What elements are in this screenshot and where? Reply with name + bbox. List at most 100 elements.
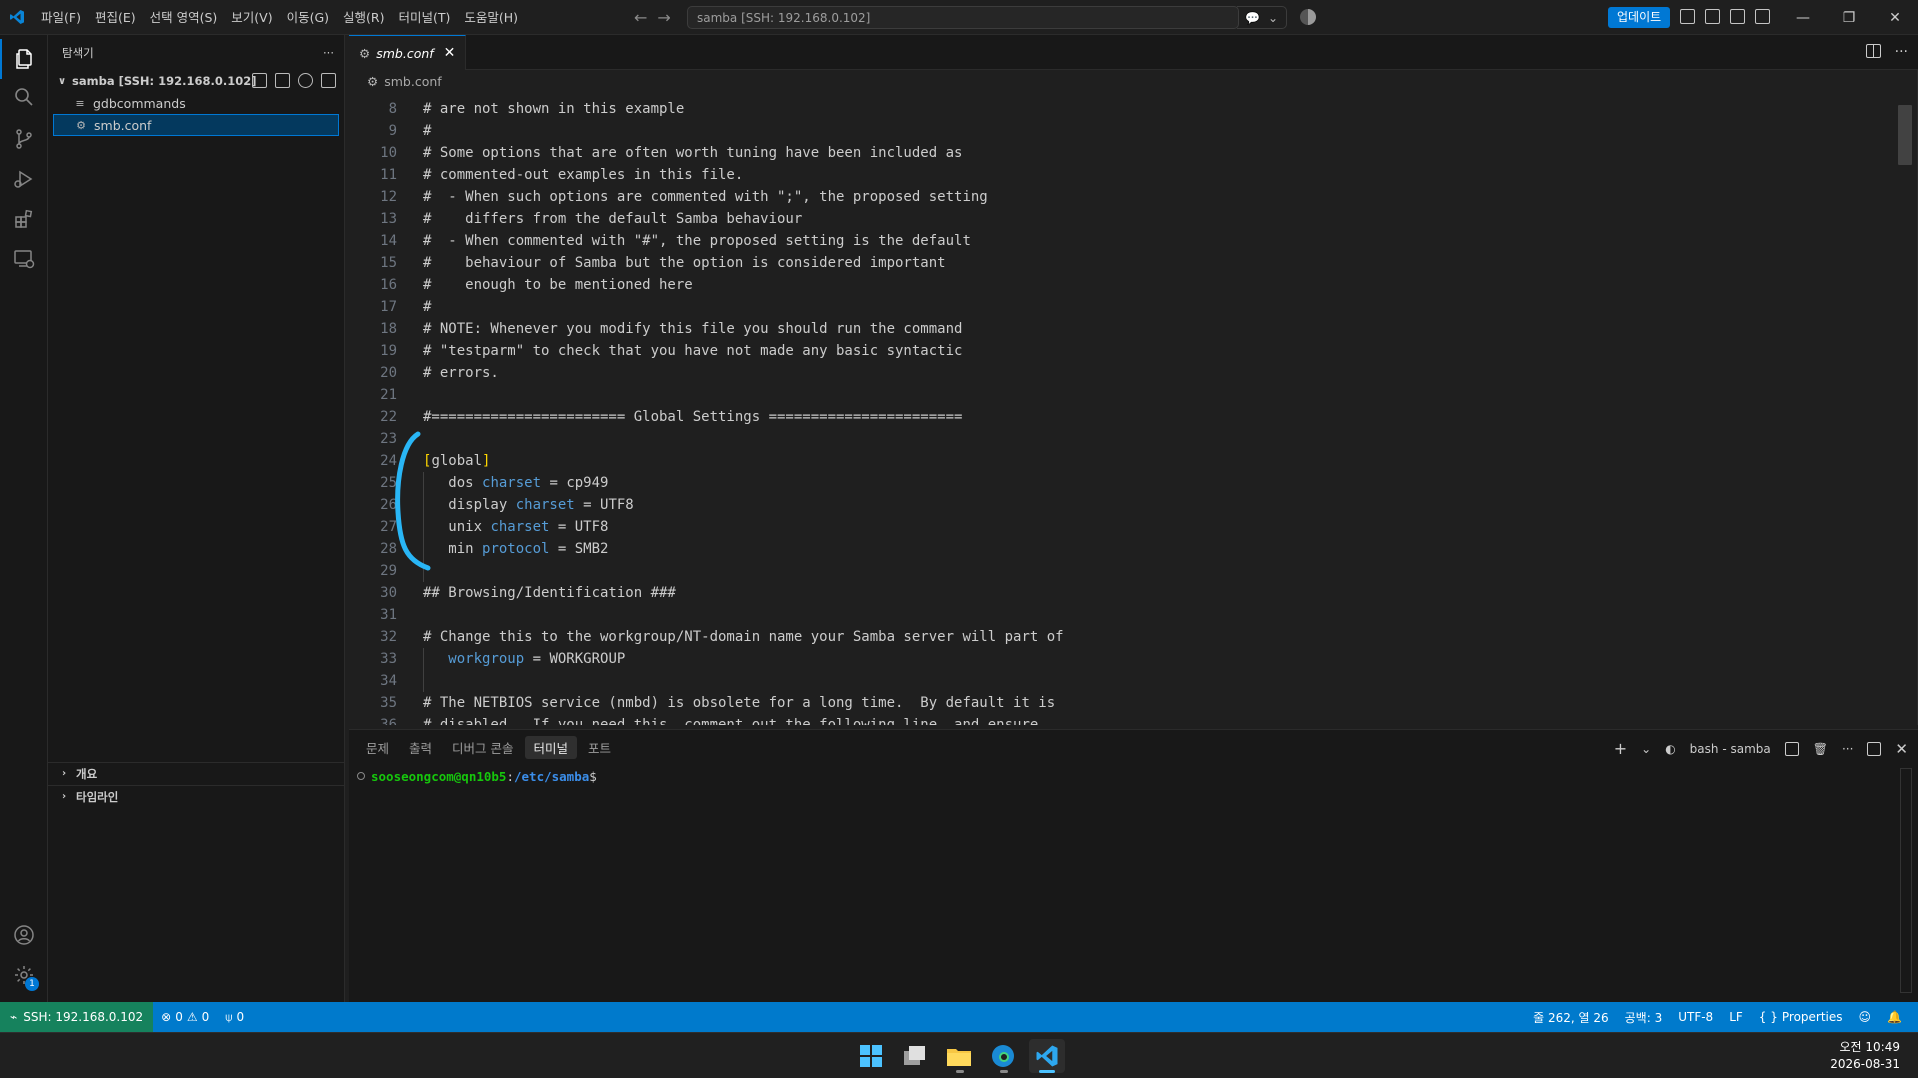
new-file-icon[interactable] bbox=[252, 73, 267, 88]
code-line[interactable]: 14 # - When commented with "#", the propo… bbox=[349, 230, 1889, 252]
split-terminal-icon[interactable] bbox=[1784, 741, 1799, 756]
minimize-icon[interactable]: — bbox=[1780, 0, 1826, 35]
chevron-down-icon[interactable]: ⌄ bbox=[1641, 742, 1651, 756]
menu-file[interactable]: 파일(F) bbox=[34, 0, 88, 35]
code-line[interactable]: 21 bbox=[349, 384, 1889, 406]
collapse-all-icon[interactable] bbox=[321, 73, 336, 88]
timeline-section[interactable]: › 타임라인 bbox=[48, 785, 344, 807]
remote-explorer-icon[interactable] bbox=[0, 239, 48, 279]
code-line[interactable]: 13 # differs from the default Samba behav… bbox=[349, 208, 1889, 230]
code-line[interactable]: 34 bbox=[349, 670, 1889, 692]
bell-icon[interactable]: 🔔 bbox=[1879, 1010, 1910, 1024]
terminal-name[interactable]: bash - samba bbox=[1690, 742, 1771, 756]
customize-layout-icon[interactable] bbox=[1705, 9, 1720, 24]
tab-ports[interactable]: 포트 bbox=[579, 736, 620, 759]
code-line[interactable]: 28 min protocol = SMB2 bbox=[349, 538, 1889, 560]
code-line[interactable]: 17 # bbox=[349, 296, 1889, 318]
explorer-icon[interactable] bbox=[0, 39, 48, 79]
code-line[interactable]: 18 # NOTE: Whenever you modify this file … bbox=[349, 318, 1889, 340]
code-line[interactable]: 26 display charset = UTF8 bbox=[349, 494, 1889, 516]
run-debug-icon[interactable] bbox=[0, 159, 48, 199]
code-line[interactable]: 31 bbox=[349, 604, 1889, 626]
code-line[interactable]: 10 # Some options that are often worth tu… bbox=[349, 142, 1889, 164]
code-line[interactable]: 20 # errors. bbox=[349, 362, 1889, 384]
code-line[interactable]: 25 dos charset = cp949 bbox=[349, 472, 1889, 494]
outline-section[interactable]: › 개요 bbox=[48, 762, 344, 784]
indentation[interactable]: 공백: 3 bbox=[1617, 1009, 1671, 1026]
code-line[interactable]: 23 bbox=[349, 428, 1889, 450]
update-button[interactable]: 업데이트 bbox=[1608, 7, 1671, 28]
system-clock[interactable]: 오전 10:49 2026-08-31 bbox=[1830, 1039, 1900, 1073]
tab-debug-console[interactable]: 디버그 콘솔 bbox=[443, 736, 522, 759]
code-line[interactable]: 24 [global] bbox=[349, 450, 1889, 472]
menu-go[interactable]: 이동(G) bbox=[280, 0, 336, 35]
code-line[interactable]: 36 # disabled. If you need this, comment … bbox=[349, 714, 1889, 725]
menu-run[interactable]: 실행(R) bbox=[336, 0, 391, 35]
encoding[interactable]: UTF-8 bbox=[1670, 1010, 1721, 1024]
menu-view[interactable]: 보기(V) bbox=[224, 0, 279, 35]
file-explorer-icon[interactable] bbox=[941, 1039, 977, 1073]
task-view-icon[interactable] bbox=[897, 1039, 933, 1073]
tab-terminal[interactable]: 터미널 bbox=[524, 736, 578, 759]
back-arrow-icon[interactable]: ← bbox=[634, 8, 647, 27]
tab-problems[interactable]: 문제 bbox=[357, 736, 398, 759]
ports-status[interactable]: ⍦ 0 bbox=[217, 1010, 252, 1025]
menu-terminal[interactable]: 터미널(T) bbox=[392, 0, 458, 35]
code-line[interactable]: 27 unix charset = UTF8 bbox=[349, 516, 1889, 538]
toggle-primary-sidebar-icon[interactable] bbox=[1680, 9, 1695, 24]
extensions-icon[interactable] bbox=[0, 199, 48, 239]
code-line[interactable]: 33 workgroup = WORKGROUP bbox=[349, 648, 1889, 670]
code-line[interactable]: 15 # behaviour of Samba but the option is… bbox=[349, 252, 1889, 274]
tab-output[interactable]: 출력 bbox=[400, 736, 441, 759]
file-item-smb-conf[interactable]: ⚙ smb.conf bbox=[53, 114, 339, 136]
code-line[interactable]: 35 # The NETBIOS service (nmbd) is obsole… bbox=[349, 692, 1889, 714]
tab-smb-conf[interactable]: ⚙ smb.conf ✕ bbox=[349, 35, 467, 70]
close-tab-icon[interactable]: ✕ bbox=[444, 45, 456, 61]
toggle-panel-icon[interactable] bbox=[1730, 9, 1745, 24]
more-actions-icon[interactable]: ··· bbox=[1895, 44, 1908, 60]
close-window-icon[interactable]: ✕ bbox=[1872, 0, 1918, 35]
copilot-icon[interactable] bbox=[1300, 9, 1316, 25]
menu-selection[interactable]: 선택 영역(S) bbox=[143, 0, 225, 35]
breadcrumb-item[interactable]: smb.conf bbox=[384, 74, 441, 89]
maximize-panel-icon[interactable] bbox=[1867, 741, 1882, 756]
code-line[interactable]: 16 # enough to be mentioned here bbox=[349, 274, 1889, 296]
code-editor[interactable]: 8 # are not shown in this example 9 #10 # So… bbox=[349, 92, 1918, 725]
remote-indicator[interactable]: ⌁ SSH: 192.168.0.102 bbox=[0, 1002, 154, 1032]
settings-gear-icon[interactable]: 1 bbox=[0, 955, 48, 995]
chat-dropdown[interactable]: 💬 ⌄ bbox=[1237, 6, 1287, 29]
vscode-taskbar-icon[interactable] bbox=[1029, 1039, 1065, 1073]
code-line[interactable]: 30 ## Browsing/Identification ### bbox=[349, 582, 1889, 604]
more-actions-icon[interactable]: ··· bbox=[323, 46, 334, 60]
cursor-position[interactable]: 줄 262, 열 26 bbox=[1525, 1009, 1617, 1026]
code-line[interactable]: 8 # are not shown in this example bbox=[349, 98, 1889, 120]
end-of-line[interactable]: LF bbox=[1721, 1010, 1751, 1024]
new-folder-icon[interactable] bbox=[275, 73, 290, 88]
account-icon[interactable] bbox=[0, 915, 48, 955]
code-line[interactable]: 9 # bbox=[349, 120, 1889, 142]
language-mode[interactable]: { } Properties bbox=[1751, 1010, 1851, 1024]
toggle-secondary-sidebar-icon[interactable] bbox=[1755, 9, 1770, 24]
source-control-icon[interactable] bbox=[0, 119, 48, 159]
code-line[interactable]: 11 # commented-out examples in this file. bbox=[349, 164, 1889, 186]
menu-edit[interactable]: 편집(E) bbox=[88, 0, 143, 35]
forward-arrow-icon[interactable]: → bbox=[657, 8, 670, 27]
code-line[interactable]: 19 # "testparm" to check that you have no… bbox=[349, 340, 1889, 362]
copilot-status-icon[interactable]: ☺ bbox=[1851, 1010, 1880, 1024]
editor-scrollbar-thumb[interactable] bbox=[1898, 105, 1912, 165]
code-line[interactable]: 22 #======================= Global Settin… bbox=[349, 406, 1889, 428]
edge-browser-icon[interactable] bbox=[985, 1039, 1021, 1073]
trash-icon[interactable]: 🗑 bbox=[1813, 742, 1828, 756]
code-line[interactable]: 29 bbox=[349, 560, 1889, 582]
terminal-output[interactable]: sooseongcom@qn10b5:/etc/samba $ bbox=[349, 765, 1918, 787]
code-line[interactable]: 12 # - When such options are commented wi… bbox=[349, 186, 1889, 208]
search-icon[interactable] bbox=[0, 77, 48, 117]
split-editor-icon[interactable] bbox=[1865, 44, 1881, 58]
windows-start-icon[interactable] bbox=[853, 1039, 889, 1073]
code-line[interactable]: 32 # Change this to the workgroup/NT-doma… bbox=[349, 626, 1889, 648]
more-actions-icon[interactable]: ··· bbox=[1842, 742, 1853, 756]
new-terminal-icon[interactable]: + bbox=[1614, 739, 1627, 758]
restore-icon[interactable]: ❐ bbox=[1826, 0, 1872, 35]
command-center-search[interactable]: samba [SSH: 192.168.0.102] bbox=[687, 6, 1239, 29]
menu-help[interactable]: 도움말(H) bbox=[457, 0, 525, 35]
